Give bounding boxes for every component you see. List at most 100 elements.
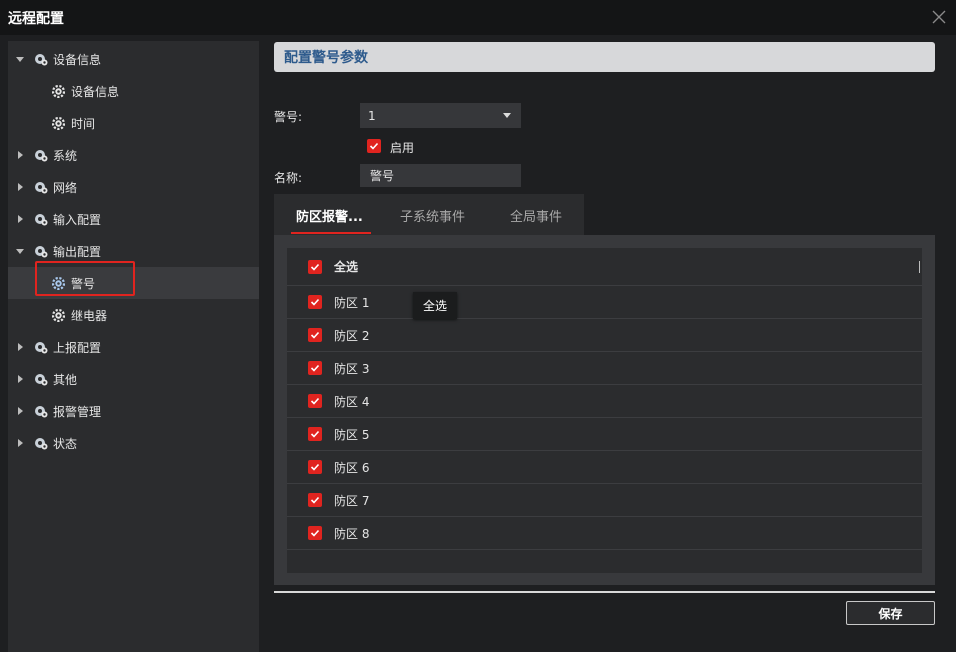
gear-icon bbox=[52, 116, 65, 130]
check-icon bbox=[310, 331, 320, 339]
zone-checkbox[interactable] bbox=[308, 427, 322, 441]
tree-item-device-info-sub[interactable]: 设备信息 bbox=[8, 75, 259, 107]
footer-divider bbox=[274, 591, 935, 593]
gear-icon bbox=[52, 84, 65, 98]
zone-checkbox[interactable] bbox=[308, 526, 322, 540]
chevron-down-icon bbox=[503, 113, 511, 118]
tree-item-device-info[interactable]: 设备信息 bbox=[8, 43, 259, 75]
close-icon[interactable] bbox=[930, 8, 948, 26]
module-icon bbox=[35, 406, 48, 418]
gear-icon bbox=[52, 308, 65, 322]
name-field[interactable]: 警号 bbox=[360, 164, 521, 187]
tree-item-label: 继电器 bbox=[71, 308, 108, 323]
tree-item-label: 状态 bbox=[53, 436, 78, 451]
list-item[interactable]: 防区 6 bbox=[287, 451, 922, 484]
list-item[interactable]: 防区 1 bbox=[287, 286, 922, 319]
tab-global-events[interactable]: 全局事件 bbox=[510, 194, 562, 236]
tree-item-input-config[interactable]: 输入配置 bbox=[8, 203, 259, 235]
module-icon bbox=[35, 182, 48, 194]
select-all-tooltip: 全选 bbox=[413, 292, 457, 319]
save-button[interactable]: 保存 bbox=[846, 601, 935, 625]
collapsed-arrow-icon[interactable] bbox=[16, 407, 24, 415]
zone-checkbox[interactable] bbox=[308, 460, 322, 474]
window-title: 远程配置 bbox=[8, 10, 64, 27]
column-resize-handle[interactable] bbox=[919, 261, 920, 273]
module-icon bbox=[35, 54, 48, 66]
section-header: 配置警号参数 bbox=[274, 42, 935, 72]
check-icon bbox=[310, 298, 320, 306]
collapsed-arrow-icon[interactable] bbox=[16, 151, 24, 159]
zone-checkbox[interactable] bbox=[308, 328, 322, 342]
collapsed-arrow-icon[interactable] bbox=[16, 439, 24, 447]
section-title: 配置警号参数 bbox=[284, 50, 368, 66]
expanded-arrow-icon[interactable] bbox=[16, 55, 24, 63]
list-item[interactable]: 防区 2 bbox=[287, 319, 922, 352]
check-icon bbox=[310, 463, 320, 471]
zone-checkbox[interactable] bbox=[308, 361, 322, 375]
title-bar: 远程配置 bbox=[0, 0, 956, 35]
tree-item-report-config[interactable]: 上报配置 bbox=[8, 331, 259, 363]
active-tab-indicator bbox=[291, 232, 371, 234]
enable-checkbox[interactable] bbox=[367, 139, 381, 153]
collapsed-arrow-icon[interactable] bbox=[16, 183, 24, 191]
list-item[interactable]: 防区 5 bbox=[287, 418, 922, 451]
selection-highlight-box bbox=[35, 261, 135, 296]
module-icon bbox=[35, 438, 48, 450]
module-icon bbox=[35, 342, 48, 354]
collapsed-arrow-icon[interactable] bbox=[16, 343, 24, 351]
check-icon bbox=[310, 430, 320, 438]
zone-label: 防区 8 bbox=[334, 526, 370, 541]
collapsed-arrow-icon[interactable] bbox=[16, 215, 24, 223]
zone-label: 防区 4 bbox=[334, 394, 370, 409]
check-icon bbox=[369, 142, 379, 150]
tree-item-time[interactable]: 时间 bbox=[8, 107, 259, 139]
check-icon bbox=[310, 364, 320, 372]
list-item[interactable]: 防区 8 bbox=[287, 517, 922, 550]
name-label: 名称: bbox=[274, 171, 303, 185]
module-icon bbox=[35, 150, 48, 162]
tree-item-label: 网络 bbox=[53, 180, 78, 195]
check-icon bbox=[310, 263, 320, 271]
tree-item-network[interactable]: 网络 bbox=[8, 171, 259, 203]
tab-label: 防区报警... bbox=[296, 209, 363, 225]
collapsed-arrow-icon[interactable] bbox=[16, 375, 24, 383]
list-item[interactable]: 防区 3 bbox=[287, 352, 922, 385]
tab-panel: 全选 防区 1 防区 2 防区 3 防区 4 防区 5 防区 6 防区 7 防区… bbox=[274, 235, 935, 585]
tree-item-relay[interactable]: 继电器 bbox=[8, 299, 259, 331]
name-field-value: 警号 bbox=[370, 169, 395, 183]
check-icon bbox=[310, 529, 320, 537]
zone-checkbox[interactable] bbox=[308, 295, 322, 309]
tab-label: 子系统事件 bbox=[400, 209, 466, 225]
tree-item-system[interactable]: 系统 bbox=[8, 139, 259, 171]
siren-select[interactable]: 1 bbox=[360, 103, 521, 128]
tab-zone-alarm[interactable]: 防区报警... bbox=[296, 194, 363, 236]
siren-label: 警号: bbox=[274, 110, 303, 124]
list-item[interactable]: 防区 4 bbox=[287, 385, 922, 418]
main-content: 配置警号参数 警号: 1 启用 名称: 警号 防区报警... 子系统事件 全局事… bbox=[259, 35, 956, 652]
config-tree: 设备信息 设备信息 时间 系统 网络 输入配置 输出配置 警号 继电器 上报配置… bbox=[8, 41, 259, 652]
select-all-row[interactable]: 全选 bbox=[287, 248, 922, 286]
select-all-checkbox[interactable] bbox=[308, 260, 322, 274]
check-icon bbox=[310, 397, 320, 405]
tree-item-label: 报警管理 bbox=[53, 404, 102, 419]
list-item[interactable]: 防区 7 bbox=[287, 484, 922, 517]
zone-label: 防区 1 bbox=[334, 295, 370, 310]
tree-item-other[interactable]: 其他 bbox=[8, 363, 259, 395]
tree-item-label: 输出配置 bbox=[53, 244, 102, 259]
zone-checkbox[interactable] bbox=[308, 493, 322, 507]
tree-item-status[interactable]: 状态 bbox=[8, 427, 259, 459]
zone-label: 防区 7 bbox=[334, 493, 370, 508]
zone-label: 防区 5 bbox=[334, 427, 370, 442]
zone-list: 全选 防区 1 防区 2 防区 3 防区 4 防区 5 防区 6 防区 7 防区… bbox=[287, 248, 922, 573]
siren-select-value: 1 bbox=[368, 108, 376, 123]
select-all-label: 全选 bbox=[334, 260, 359, 274]
zone-checkbox[interactable] bbox=[308, 394, 322, 408]
tree-item-label: 系统 bbox=[53, 148, 78, 163]
expanded-arrow-icon[interactable] bbox=[16, 247, 24, 255]
tree-item-label: 输入配置 bbox=[53, 212, 102, 227]
tree-item-alarm-management[interactable]: 报警管理 bbox=[8, 395, 259, 427]
module-icon bbox=[35, 374, 48, 386]
tree-item-label: 时间 bbox=[71, 116, 96, 131]
tab-subsystem-events[interactable]: 子系统事件 bbox=[400, 194, 465, 236]
zone-label: 防区 6 bbox=[334, 460, 370, 475]
